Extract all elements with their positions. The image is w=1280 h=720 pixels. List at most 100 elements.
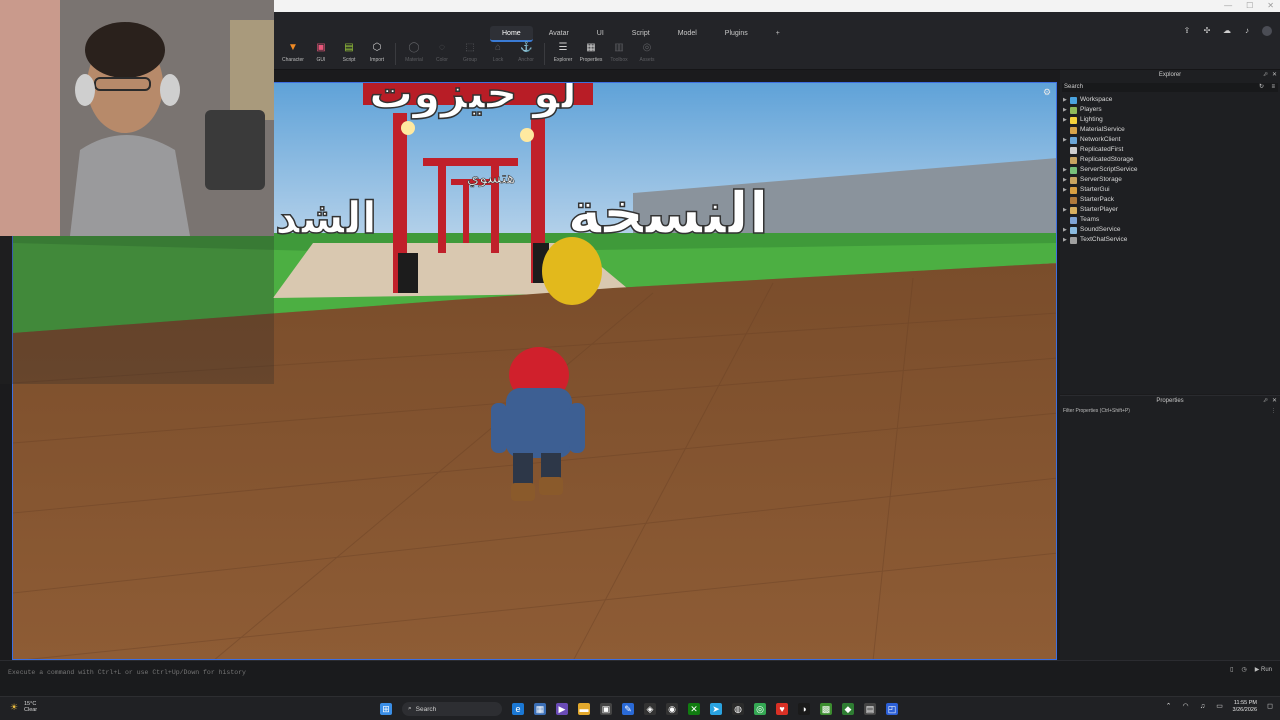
chevron-right-icon[interactable]: ▶ [1063,105,1070,115]
explorer-item-lighting[interactable]: ▶ Lighting [1060,115,1280,125]
share-icon[interactable]: ⇪ [1182,26,1192,36]
undock-icon[interactable]: ⬀ [1263,396,1268,406]
close-icon[interactable]: ✕ [1267,1,1274,10]
sound-service-icon [1070,226,1077,234]
explorer-button[interactable]: ☰ Explorer [550,42,576,66]
tab-ui[interactable]: UI [585,26,616,42]
app-icon[interactable]: ◉ [666,703,678,715]
explorer-item-players[interactable]: ▶ Players [1060,105,1280,115]
minecraft-icon[interactable]: ▩ [820,703,832,715]
chevron-right-icon[interactable]: ▶ [1063,185,1070,195]
tab-home[interactable]: Home [490,26,533,42]
explorer-item-textchatservice[interactable]: ▶ TextChatService [1060,235,1280,245]
chrome-icon[interactable]: ◎ [754,703,766,715]
search-label: Search [415,705,437,713]
maximize-icon[interactable]: ☐ [1246,1,1253,10]
material-button[interactable]: ◯ Material [401,42,427,66]
chevron-right-icon[interactable]: ▶ [1063,205,1070,215]
app-icon[interactable]: ♥ [776,703,788,715]
explorer-item-workspace[interactable]: ▶ Workspace [1060,95,1280,105]
explorer-item-materialservice[interactable]: MaterialService [1060,125,1280,135]
app-icon[interactable]: ◍ [732,703,744,715]
chevron-up-icon[interactable]: ⌃ [1165,703,1173,711]
weather-icon: ☀ [10,702,19,712]
bookmark-icon[interactable]: ▯ [1230,666,1233,673]
volume-icon[interactable]: ♫ [1199,703,1207,711]
chevron-right-icon[interactable]: ▶ [1063,225,1070,235]
anchor-button[interactable]: ⚓ Anchor [513,42,539,66]
tab-avatar[interactable]: Avatar [537,26,581,42]
script-button[interactable]: ▤ Script [336,42,362,66]
steam-icon[interactable]: ◑ [798,703,810,715]
telegram-icon[interactable]: ➤ [710,703,722,715]
run-button[interactable]: ▶ Run [1255,666,1272,673]
chevron-right-icon[interactable]: ▶ [1063,235,1070,245]
explorer-item-serverscriptservice[interactable]: ▶ ServerScriptService [1060,165,1280,175]
lock-button[interactable]: ⌂ Lock [485,42,511,66]
chevron-right-icon[interactable]: ▶ [1063,135,1070,145]
taskbar-search[interactable]: ⌕ Search [402,702,502,716]
explorer-item-starterpack[interactable]: StarterPack [1060,195,1280,205]
gui-button[interactable]: ▣ GUI [308,42,334,66]
explorer-item-startergui[interactable]: ▶ StarterGui [1060,185,1280,195]
xbox-icon[interactable]: ✕ [688,703,700,715]
chevron-right-icon[interactable]: ▶ [1063,175,1070,185]
explorer-item-teams[interactable]: Teams [1060,215,1280,225]
app-icon[interactable]: ◈ [644,703,656,715]
minimize-icon[interactable]: — [1224,1,1232,10]
refresh-icon[interactable]: ↻ [1259,83,1264,92]
chevron-right-icon[interactable]: ▶ [1063,95,1070,105]
color-button[interactable]: ◌ Color [429,42,455,66]
team-create-icon[interactable]: ✣ [1202,26,1212,36]
explorer-item-starterplayer[interactable]: ▶ StarterPlayer [1060,205,1280,215]
app-icon[interactable]: ▶ [556,703,568,715]
edge-icon[interactable]: e [512,703,524,715]
chevron-right-icon[interactable]: ▶ [1063,165,1070,175]
properties-filter[interactable]: Filter Properties (Ctrl+Shift+P) ⋮ [1060,407,1280,416]
app-icon[interactable]: ▤ [864,703,876,715]
assets-button[interactable]: ◎ Assets [634,42,660,66]
character-button[interactable]: ▼ Character [280,42,306,66]
group-button[interactable]: ⬚ Group [457,42,483,66]
roblox-studio-icon[interactable]: ◰ [886,703,898,715]
toolbox-button[interactable]: ▥ Toolbox [606,42,632,66]
app-icon[interactable]: ▦ [534,703,546,715]
wifi-icon[interactable]: ◠ [1182,703,1190,711]
weather-widget[interactable]: ☀ 15°C Clear [10,701,37,713]
import-button[interactable]: ⬡ Import [364,42,390,66]
close-icon[interactable]: ✕ [1272,70,1277,80]
undock-icon[interactable]: ⬀ [1263,70,1268,80]
viewport-settings-icon[interactable]: ⚙ [1042,87,1052,97]
material-icon: ◯ [408,42,420,53]
app-icon[interactable]: ✎ [622,703,634,715]
tab-plugins[interactable]: Plugins [713,26,760,42]
clock[interactable]: 11:55 PM 3/26/2026 [1233,700,1257,714]
explorer-item-serverstorage[interactable]: ▶ ServerStorage [1060,175,1280,185]
folder-icon[interactable]: ▬ [578,703,590,715]
close-icon[interactable]: ✕ [1272,396,1277,406]
start-icon[interactable]: ⊞ [380,703,392,715]
tab-model[interactable]: Model [666,26,709,42]
explorer-item-replicatedstorage[interactable]: ReplicatedStorage [1060,155,1280,165]
battery-icon[interactable]: ▭ [1216,703,1224,711]
tab-script[interactable]: Script [620,26,662,42]
more-icon[interactable]: ⋮ [1271,407,1276,416]
history-icon[interactable]: ◷ [1241,666,1246,673]
cloud-icon[interactable]: ☁ [1222,26,1232,36]
explorer-item-replicatedfirst[interactable]: ReplicatedFirst [1060,145,1280,155]
explorer-item-networkclient[interactable]: ▶ NetworkClient [1060,135,1280,145]
tool-label: Anchor [518,57,534,63]
app-icon[interactable]: ▣ [600,703,612,715]
notification-bell-icon[interactable]: ♪ [1242,26,1252,36]
properties-button[interactable]: ▦ Properties [578,42,604,66]
avatar[interactable] [1262,26,1272,36]
explorer-search[interactable]: Search ↻ ≡ [1062,83,1278,92]
notification-icon[interactable]: ◻ [1266,703,1274,711]
app-icon[interactable]: ◆ [842,703,854,715]
tool-label: Material [405,57,423,63]
command-input[interactable] [8,667,808,677]
explorer-item-soundservice[interactable]: ▶ SoundService [1060,225,1280,235]
chevron-right-icon[interactable]: ▶ [1063,115,1070,125]
add-tab-button[interactable]: + [764,26,792,42]
stack-icon[interactable]: ≡ [1271,83,1275,92]
